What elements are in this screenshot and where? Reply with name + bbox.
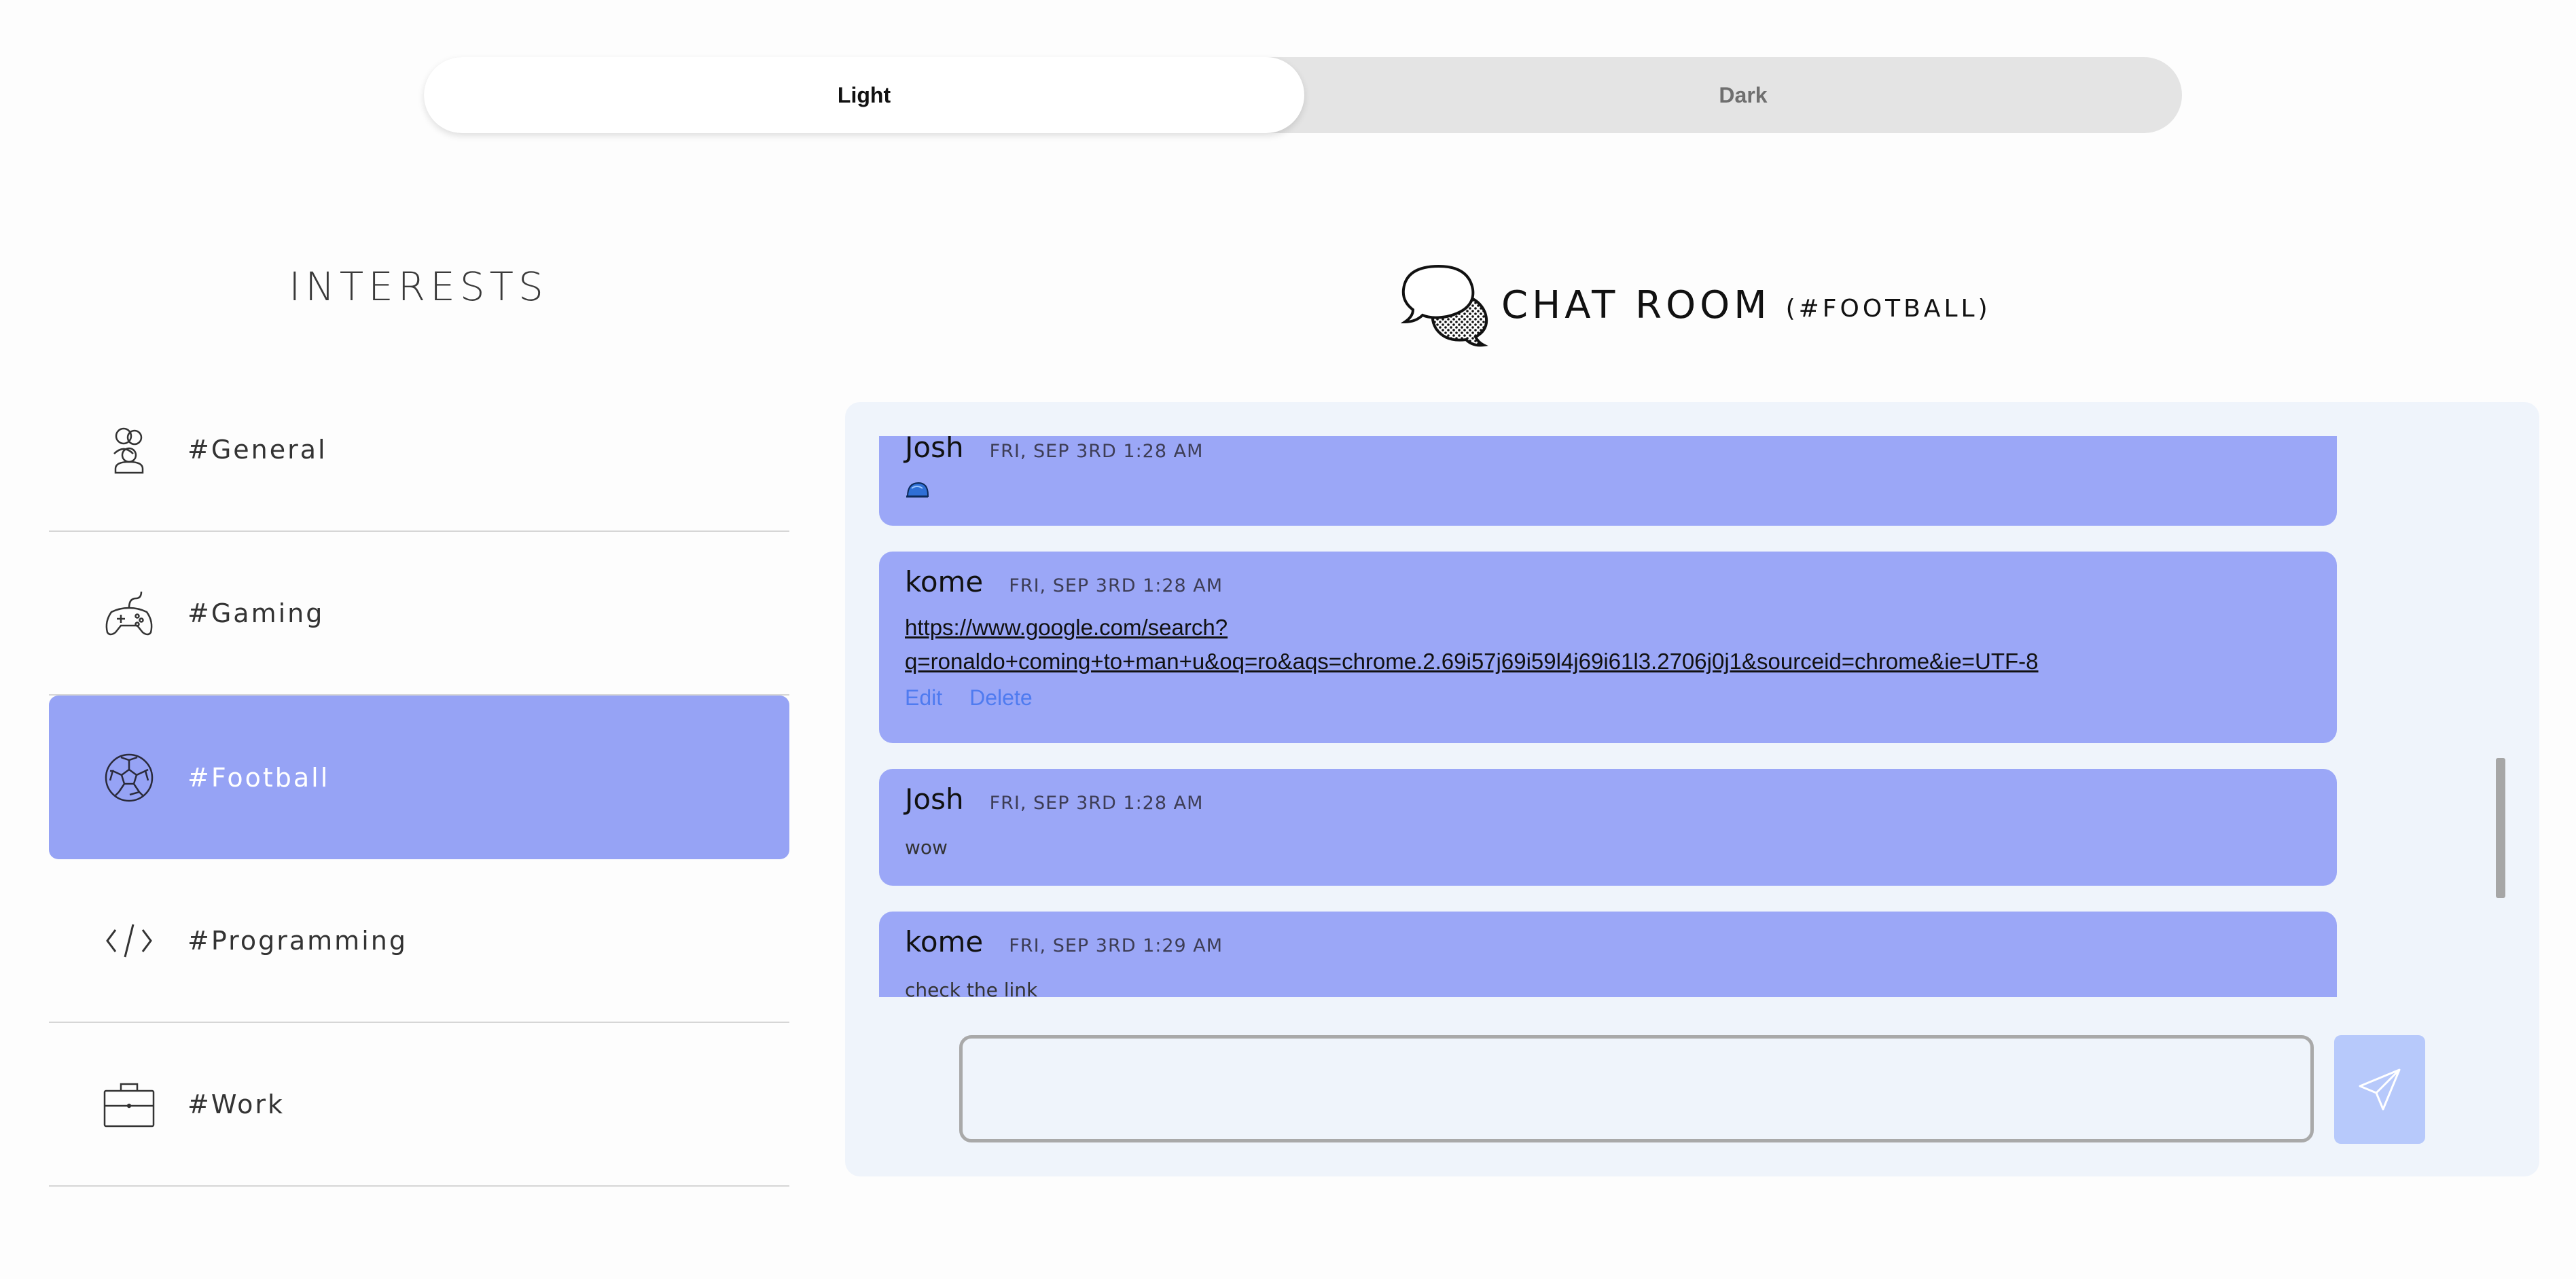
- soccer-ball-icon: [102, 751, 156, 805]
- interests-title: INTERESTS: [289, 264, 548, 310]
- interest-label-programming: #Programming: [187, 925, 408, 956]
- message-link-line-1[interactable]: https://www.google.com/search?: [905, 611, 2311, 645]
- message-link[interactable]: https://www.google.com/search? q=ronaldo…: [905, 611, 2311, 679]
- interest-label-football: #Football: [187, 762, 330, 793]
- message: kome FRI, SEP 3RD 1:29 AM check the link: [879, 912, 2337, 997]
- interest-label-general: #General: [187, 434, 327, 465]
- theme-dark-option[interactable]: Dark: [1304, 57, 2182, 133]
- chat-header: CHAT ROOM (#FOOTBALL): [1401, 261, 1991, 349]
- message: Josh FRI, SEP 3RD 1:28 AM: [879, 436, 2337, 526]
- interest-label-work: #Work: [187, 1089, 285, 1119]
- interest-label-gaming: #Gaming: [187, 598, 325, 628]
- interest-item-football[interactable]: #Football: [49, 696, 789, 859]
- message-timestamp: FRI, SEP 3RD 1:28 AM: [989, 441, 1204, 462]
- interest-item-general[interactable]: #General: [49, 368, 789, 532]
- chat-subtitle: (#FOOTBALL): [1785, 294, 1991, 323]
- scrollbar-thumb[interactable]: [2496, 758, 2505, 898]
- paper-plane-icon: [2359, 1068, 2401, 1111]
- theme-toggle[interactable]: Light Dark: [424, 57, 2182, 133]
- message-author: Josh: [905, 782, 964, 816]
- message-text: check the link: [905, 979, 1038, 997]
- chat-panel: Josh FRI, SEP 3RD 1:28 AM kome FRI, SEP …: [845, 402, 2539, 1176]
- theme-light-option[interactable]: Light: [424, 57, 1304, 133]
- message-input[interactable]: [959, 1035, 2314, 1142]
- edit-button[interactable]: Edit: [905, 685, 942, 710]
- chat-bubbles-icon: [1401, 264, 1488, 347]
- message-timestamp: FRI, SEP 3RD 1:29 AM: [1009, 935, 1223, 956]
- cap-emoji-icon: [906, 482, 929, 498]
- interest-item-gaming[interactable]: #Gaming: [49, 532, 789, 696]
- briefcase-icon: [102, 1077, 156, 1132]
- message-text: wow: [905, 836, 948, 859]
- code-icon: [102, 914, 156, 968]
- message-timestamp: FRI, SEP 3RD 1:28 AM: [1009, 575, 1223, 596]
- message-author: kome: [905, 565, 984, 598]
- message-author: Josh: [905, 436, 964, 464]
- interest-item-work[interactable]: #Work: [49, 1023, 789, 1187]
- message-list[interactable]: Josh FRI, SEP 3RD 1:28 AM kome FRI, SEP …: [879, 436, 2337, 997]
- message-link-line-2[interactable]: q=ronaldo+coming+to+man+u&oq=ro&aqs=chro…: [905, 645, 2311, 679]
- message: kome FRI, SEP 3RD 1:28 AM https://www.go…: [879, 552, 2337, 743]
- delete-button[interactable]: Delete: [969, 685, 1033, 710]
- message-timestamp: FRI, SEP 3RD 1:28 AM: [989, 793, 1204, 814]
- interest-list: #General #Gaming #Football #Programming …: [49, 368, 789, 1187]
- chat-title: CHAT ROOM: [1501, 283, 1771, 327]
- message: Josh FRI, SEP 3RD 1:28 AM wow: [879, 769, 2337, 886]
- send-button[interactable]: [2334, 1035, 2425, 1144]
- message-author: kome: [905, 925, 984, 958]
- gamepad-icon: [102, 586, 156, 641]
- interest-item-programming[interactable]: #Programming: [49, 859, 789, 1023]
- people-icon: [102, 422, 156, 477]
